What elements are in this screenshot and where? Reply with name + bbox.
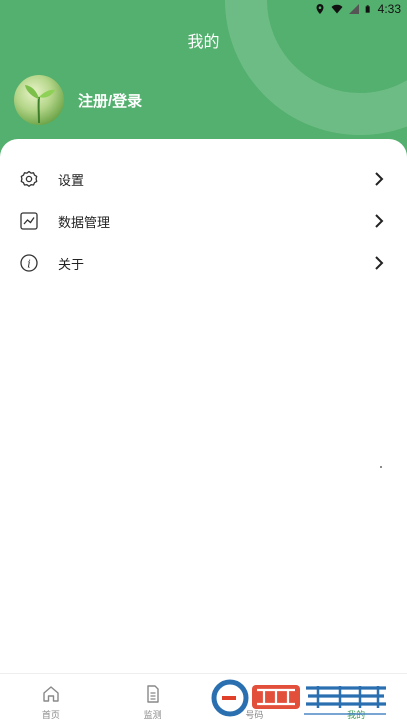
tab-monitor[interactable]: 监测 [102,674,204,725]
tab-home[interactable]: 首页 [0,674,102,725]
avatar[interactable] [14,75,64,125]
menu-item-label: 关于 [58,256,85,272]
svg-text:i: i [27,258,31,271]
menu-item-label: 数据管理 [58,214,111,230]
document-icon [146,685,159,703]
menu-item-label: 设置 [58,172,85,188]
status-time: 4:33 [377,2,401,16]
watermark-logo [211,679,386,717]
stray-dot [380,466,382,468]
page-title: 我的 [187,34,220,51]
decorative-ring [225,0,407,135]
sprout-image [25,85,55,124]
tab-label: 首页 [41,710,60,720]
status-bar: 4:33 [314,0,407,18]
menu-item-about[interactable]: i 关于 [0,242,407,284]
menu-card: 设置 数据管理 i 关于 [0,139,407,287]
wifi-icon [331,4,343,14]
menu-item-data-management[interactable]: 数据管理 [0,200,407,242]
chart-icon [20,212,38,230]
battery-icon [365,5,370,13]
login-register-link[interactable]: 注册/登录 [78,90,142,111]
signal-icon [348,4,359,14]
info-icon: i [20,254,38,272]
menu-item-settings[interactable]: 设置 [0,158,407,200]
chevron-right-icon [375,214,384,228]
location-icon [316,4,324,14]
chevron-right-icon [375,256,384,270]
tab-label: 监测 [143,710,162,720]
home-icon [43,686,59,702]
chevron-right-icon [375,172,384,186]
settings-icon [20,170,38,187]
